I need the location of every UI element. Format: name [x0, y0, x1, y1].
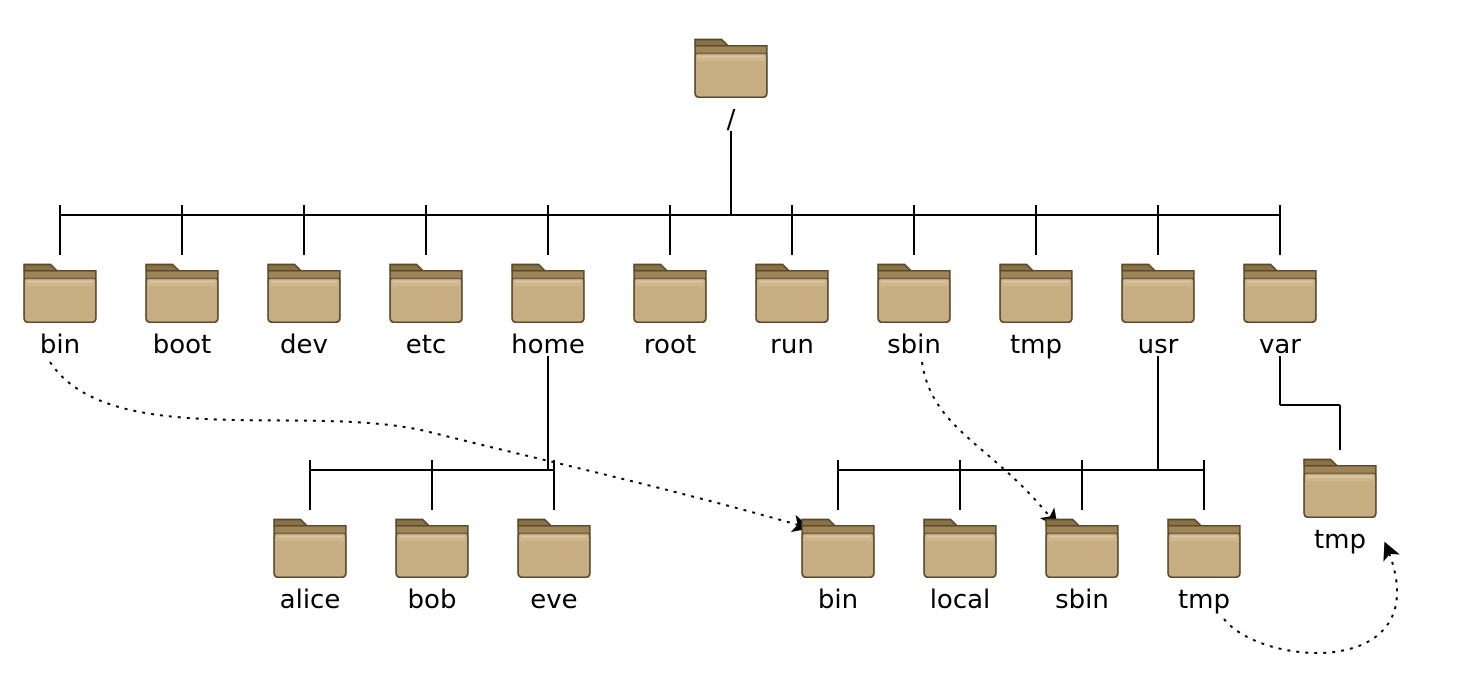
folder-label-run: run: [722, 330, 862, 360]
folder-bob: [393, 510, 471, 583]
folder-label-home: home: [478, 330, 618, 360]
folder-usr-sbin: [1043, 510, 1121, 583]
folder-label-eve: eve: [484, 585, 624, 615]
folder-icon: [271, 510, 349, 579]
folder-icon: [1241, 255, 1319, 324]
folder-etc: [387, 255, 465, 328]
folder-boot: [143, 255, 221, 328]
folder-icon: [875, 255, 953, 324]
folder-label-var-tmp: tmp: [1270, 525, 1410, 555]
folder-sbin: [875, 255, 953, 328]
folder-icon: [692, 30, 770, 99]
folder-icon: [1301, 450, 1379, 519]
folder-icon: [799, 510, 877, 579]
folder-icon: [265, 255, 343, 324]
folder-icon: [997, 255, 1075, 324]
folder-dev: [265, 255, 343, 328]
folder-run: [753, 255, 831, 328]
folder-label-bob: bob: [362, 585, 502, 615]
folder-icon: [753, 255, 831, 324]
folder-icon: [515, 510, 593, 579]
folder-label-alice: alice: [240, 585, 380, 615]
folder-label-usr-bin: bin: [768, 585, 908, 615]
folder-label-root-slash: /: [661, 105, 801, 135]
folder-tmp: [997, 255, 1075, 328]
folder-eve: [515, 510, 593, 583]
folder-label-boot: boot: [112, 330, 252, 360]
folder-label-usr-sbin: sbin: [1012, 585, 1152, 615]
folder-icon: [143, 255, 221, 324]
folder-root: [631, 255, 709, 328]
folder-usr-local: [921, 510, 999, 583]
folder-root-slash: [692, 30, 770, 103]
folder-usr: [1119, 255, 1197, 328]
folder-label-var: var: [1210, 330, 1350, 360]
folder-alice: [271, 510, 349, 583]
folder-icon: [631, 255, 709, 324]
folder-icon: [1043, 510, 1121, 579]
folder-icon: [921, 510, 999, 579]
folder-label-bin: bin: [0, 330, 130, 360]
folder-usr-bin: [799, 510, 877, 583]
symlink-bin-to-usr-bin: [50, 362, 809, 528]
folder-icon: [393, 510, 471, 579]
folder-usr-tmp: [1165, 510, 1243, 583]
folder-label-usr-tmp: tmp: [1134, 585, 1274, 615]
folder-icon: [1119, 255, 1197, 324]
folder-label-etc: etc: [356, 330, 496, 360]
folder-icon: [1165, 510, 1243, 579]
folder-label-usr: usr: [1088, 330, 1228, 360]
folder-icon: [21, 255, 99, 324]
folder-icon: [509, 255, 587, 324]
folder-var: [1241, 255, 1319, 328]
folder-label-root: root: [600, 330, 740, 360]
folder-icon: [387, 255, 465, 324]
folder-label-usr-local: local: [890, 585, 1030, 615]
folder-bin: [21, 255, 99, 328]
folder-label-dev: dev: [234, 330, 374, 360]
folder-label-tmp: tmp: [966, 330, 1106, 360]
folder-home: [509, 255, 587, 328]
folder-var-tmp: [1301, 450, 1379, 523]
folder-label-sbin: sbin: [844, 330, 984, 360]
symlink-sbin-to-usr-sbin: [922, 362, 1057, 526]
